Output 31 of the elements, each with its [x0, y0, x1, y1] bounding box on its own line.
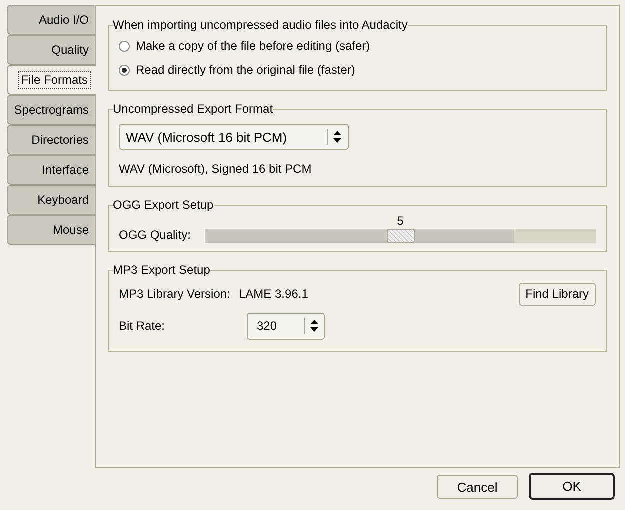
group-title: Uncompressed Export Format	[113, 102, 274, 116]
find-library-button[interactable]: Find Library	[518, 282, 596, 306]
format-description: WAV (Microsoft), Signed 16 bit PCM	[119, 162, 313, 176]
group-title: MP3 Export Setup	[113, 263, 210, 277]
radio-label[interactable]: Read directly from the original file (faster)	[136, 63, 356, 77]
cancel-button[interactable]: Cancel	[437, 475, 518, 499]
slider-thumb[interactable]	[386, 229, 414, 243]
preferences-tab[interactable]: Quality	[7, 35, 95, 65]
format-dropdown[interactable]: WAV (Microsoft 16 bit PCM)	[119, 124, 349, 150]
bit-rate-label: Bit Rate:	[119, 319, 166, 333]
preferences-tab[interactable]: Audio I/O	[7, 5, 95, 35]
ok-button[interactable]: OK	[529, 473, 615, 500]
quality-slider[interactable]	[205, 229, 596, 243]
quality-label: OGG Quality:	[119, 228, 192, 243]
bit-rate-dropdown[interactable]: 320	[247, 312, 325, 340]
group-title: OGG Export Setup	[113, 198, 214, 212]
preferences-tab[interactable]: Spectrograms	[7, 95, 95, 125]
radio-button[interactable]	[119, 64, 130, 76]
preferences-tab[interactable]: Keyboard	[7, 185, 95, 215]
slider-value: 5	[396, 214, 405, 229]
preferences-tab[interactable]: File Formats	[7, 65, 96, 95]
preferences-tab[interactable]: Directories	[7, 125, 95, 155]
up-down-arrows-icon	[310, 319, 319, 333]
up-down-arrows-icon	[333, 130, 342, 144]
radio-label[interactable]: Make a copy of the file before editing (safer)	[136, 39, 370, 53]
preferences-tab[interactable]: Interface	[7, 155, 95, 185]
library-version-label: MP3 Library Version:	[119, 287, 232, 301]
preferences-tab[interactable]: Mouse	[7, 215, 95, 245]
radio-button[interactable]	[119, 40, 130, 52]
group-title: When importing uncompressed audio files into Audacity	[113, 18, 408, 32]
library-version: LAME 3.96.1	[239, 287, 310, 301]
